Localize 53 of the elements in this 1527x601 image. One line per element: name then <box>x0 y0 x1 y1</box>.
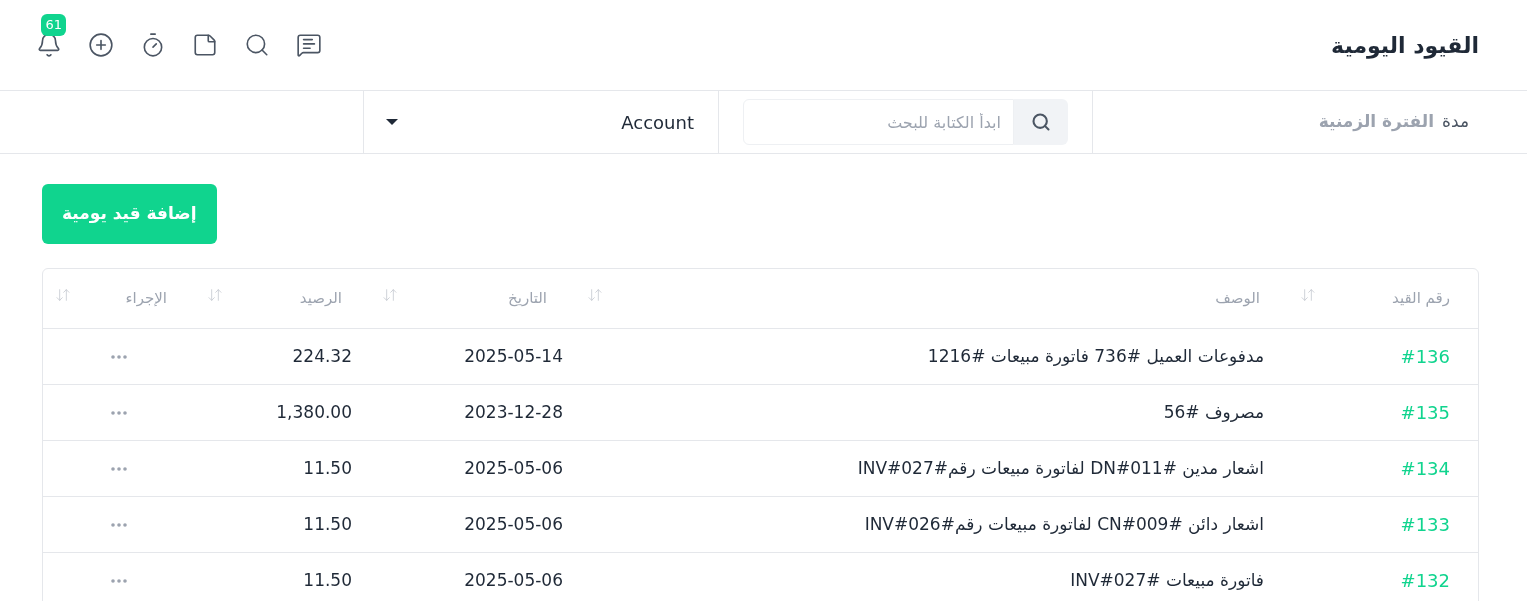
ellipsis-icon <box>111 354 127 359</box>
ellipsis-icon <box>111 578 127 583</box>
search-button[interactable] <box>1014 99 1068 145</box>
sort-icon[interactable] <box>55 286 71 303</box>
table-cell: 11.50 <box>303 569 352 590</box>
table-cell: مصروف #56 <box>1163 401 1264 422</box>
period-value[interactable]: الفترة الزمنية <box>1318 109 1435 135</box>
entry-number-link[interactable]: #135 <box>1400 402 1450 423</box>
period-label: مدة <box>1442 110 1469 134</box>
search-icon <box>1031 112 1051 132</box>
sort-icon[interactable] <box>382 286 398 303</box>
more-actions-button[interactable] <box>111 410 127 415</box>
entry-number-link[interactable]: #132 <box>1400 570 1450 591</box>
more-actions-button[interactable] <box>111 354 127 359</box>
table-cell: 2023-12-28 <box>464 401 563 422</box>
column-header: الوصف <box>1215 288 1260 310</box>
more-actions-button[interactable] <box>111 578 127 583</box>
table-cell: 224.32 <box>292 345 352 366</box>
table-cell: 1,380.00 <box>276 401 352 422</box>
add-icon[interactable] <box>88 32 114 58</box>
table-cell: 2025-05-14 <box>464 345 563 366</box>
table-cell: 2025-05-06 <box>464 457 563 478</box>
table-cell: 2025-05-06 <box>464 569 563 590</box>
ellipsis-icon <box>111 466 127 471</box>
ellipsis-icon <box>111 410 127 415</box>
entry-number-link[interactable]: #133 <box>1400 514 1450 535</box>
table-cell: 11.50 <box>303 513 352 534</box>
sticky-note-icon[interactable] <box>192 32 218 58</box>
ellipsis-icon <box>111 522 127 527</box>
table-cell: اشعار مدين #DN#011 لفاتورة مبيعات رقم#INV#027 <box>857 457 1264 478</box>
account-select[interactable]: Account <box>363 91 718 153</box>
page-title: القيود اليومية <box>1331 31 1479 61</box>
column-header: التاريخ <box>508 288 547 310</box>
add-entry-button[interactable]: إضافة قيد يومية <box>42 184 217 244</box>
caret-icon <box>386 119 398 125</box>
search-icon[interactable] <box>244 32 270 58</box>
entry-number-link[interactable]: #136 <box>1400 346 1450 367</box>
more-actions-button[interactable] <box>111 466 127 471</box>
table-cell: 2025-05-06 <box>464 513 563 534</box>
sort-icon[interactable] <box>207 286 223 303</box>
entry-number-link[interactable]: #134 <box>1400 458 1450 479</box>
table-cell: اشعار دائن #CN#009 لفاتورة مبيعات رقم#INV#026 <box>864 513 1264 534</box>
more-actions-button[interactable] <box>111 522 127 527</box>
chat-icon[interactable] <box>296 32 322 58</box>
table-cell: مدفوعات العميل #736 فاتورة مبيعات #1216 <box>927 345 1264 366</box>
column-header: الرصيد <box>299 288 342 310</box>
column-header: الإجراء <box>125 288 167 310</box>
sort-icon[interactable] <box>1300 286 1316 303</box>
notification-badge: 61 <box>41 14 66 36</box>
table-cell: فاتورة مبيعات #INV#027 <box>1070 569 1264 590</box>
column-header: رقم القيد <box>1392 288 1450 310</box>
table-cell: 11.50 <box>303 457 352 478</box>
sort-icon[interactable] <box>587 286 603 303</box>
